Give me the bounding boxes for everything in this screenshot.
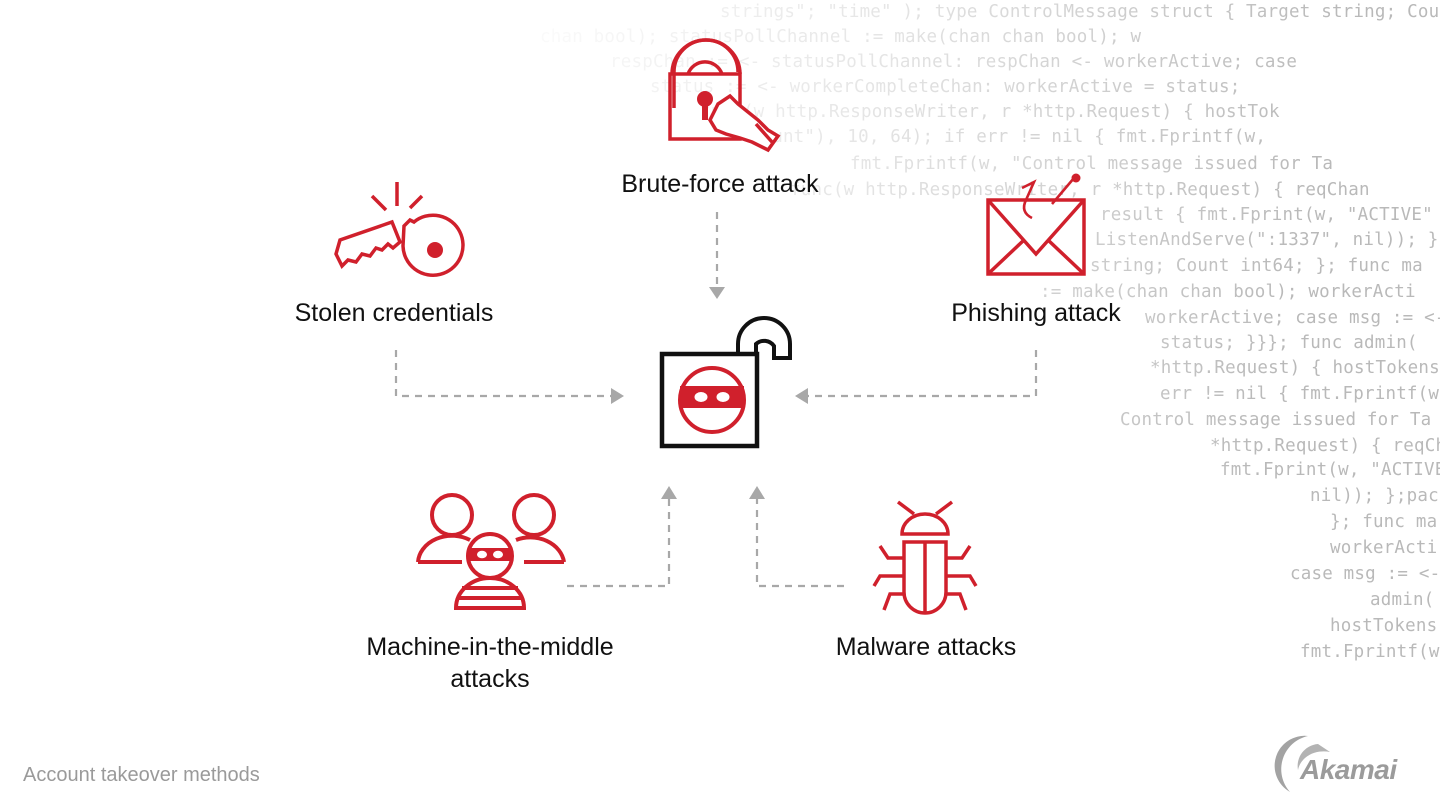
label-brute-force-attack: Brute-force attack (621, 170, 819, 198)
connector-phishing (806, 350, 1038, 398)
arrowhead-brute-force (709, 287, 725, 299)
connector-mitm (567, 498, 671, 588)
envelope-with-hook-icon (986, 173, 1086, 276)
bug-icon (872, 500, 978, 615)
arrowhead-stolen-credentials (611, 388, 624, 404)
label-malware-attacks: Malware attacks (835, 633, 1017, 661)
unlocked-padlock-with-masked-face-icon (659, 316, 792, 449)
label-stolen-credentials: Stolen credentials (294, 299, 494, 327)
connector-malware (755, 498, 844, 588)
label-phishing-attack: Phishing attack (951, 299, 1121, 327)
figure-caption: Account takeover methods (23, 764, 260, 786)
akamai-logo-text: Akamai (1300, 754, 1397, 785)
connector-stolen-credentials (394, 350, 613, 398)
users-with-masked-intruder-icon (416, 493, 566, 610)
arrowhead-malware (749, 486, 765, 499)
padlock-with-fist-icon (668, 38, 781, 153)
label-machine-in-the-middle: Machine-in-the-middle attacks (330, 631, 650, 695)
arrowhead-mitm (661, 486, 677, 499)
label-mitm-line-1: Machine-in-the-middle (366, 633, 614, 661)
label-mitm-line-2: attacks (450, 665, 530, 693)
broken-key-icon (334, 182, 465, 277)
